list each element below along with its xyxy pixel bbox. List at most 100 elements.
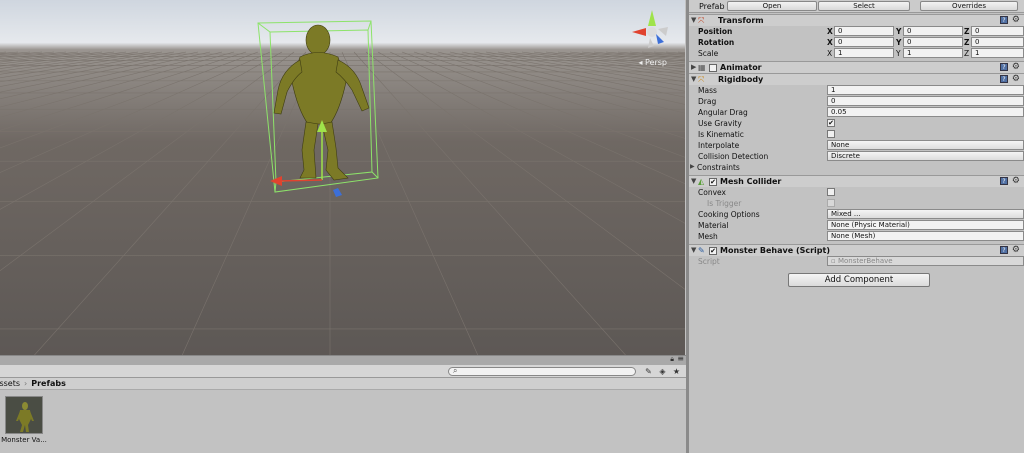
scale-z-field[interactable]: 1 bbox=[971, 48, 1024, 58]
help-icon[interactable]: ? bbox=[1000, 75, 1008, 83]
gear-icon[interactable]: ⚙ bbox=[1012, 176, 1020, 186]
grid-line bbox=[0, 51, 127, 69]
constraints-label[interactable]: Constraints bbox=[697, 163, 740, 172]
axis-z-label[interactable]: Z bbox=[964, 38, 969, 47]
help-icon[interactable]: ? bbox=[1000, 16, 1008, 24]
foldout-open-icon[interactable]: ▼ bbox=[691, 177, 696, 185]
axis-y-label[interactable]: Y bbox=[896, 38, 901, 47]
asset-grid: Monster Va... bbox=[0, 390, 686, 453]
axis-z-label[interactable]: Z bbox=[964, 27, 969, 36]
is-kinematic-checkbox[interactable] bbox=[827, 130, 835, 138]
grid-line bbox=[401, 51, 685, 158]
use-gravity-checkbox[interactable]: ✔ bbox=[827, 119, 835, 127]
overrides-dropdown[interactable]: Overrides bbox=[920, 1, 1018, 11]
script-header[interactable]: ▼ ✎ ✔ Monster Behave (Script) ? ⚙ bbox=[689, 244, 1024, 256]
rotation-label[interactable]: Rotation bbox=[698, 38, 734, 47]
axis-x-label[interactable]: X bbox=[827, 38, 833, 47]
foldout-closed-icon[interactable]: ▶ bbox=[690, 163, 695, 170]
position-x-field[interactable]: 0 bbox=[834, 26, 894, 36]
gear-icon[interactable]: ⚙ bbox=[1012, 15, 1020, 25]
script-enabled-checkbox[interactable]: ✔ bbox=[709, 247, 717, 255]
grid-line bbox=[425, 51, 685, 125]
position-z-field[interactable]: 0 bbox=[971, 26, 1024, 36]
help-icon[interactable]: ? bbox=[1000, 246, 1008, 254]
convex-checkbox[interactable] bbox=[827, 188, 835, 196]
favorites-star-icon[interactable]: ★ bbox=[671, 366, 682, 377]
filter-by-type-icon[interactable]: ✎ bbox=[643, 366, 654, 377]
add-component-button[interactable]: Add Component bbox=[788, 273, 930, 287]
breadcrumb-separator: › bbox=[24, 379, 28, 388]
lock-icon[interactable]: 🔒︎ bbox=[670, 355, 674, 364]
rotation-y-field[interactable]: 0 bbox=[903, 37, 963, 47]
monster-prefab-thumbnail[interactable] bbox=[5, 396, 43, 434]
grid-line bbox=[0, 51, 211, 100]
collision-detection-dropdown[interactable]: Discrete bbox=[827, 151, 1024, 161]
mesh-collider-enabled-checkbox[interactable]: ✔ bbox=[709, 178, 717, 186]
cooking-options-row: Cooking Options Mixed ... bbox=[689, 209, 1024, 220]
gear-icon[interactable]: ⚙ bbox=[1012, 74, 1020, 84]
grid-line bbox=[0, 51, 19, 54]
convex-label: Convex bbox=[698, 188, 726, 197]
grid-line bbox=[0, 51, 223, 108]
rigidbody-title: Rigidbody bbox=[718, 75, 764, 84]
drag-label[interactable]: Drag bbox=[698, 97, 716, 106]
grid-line bbox=[0, 51, 115, 67]
axis-y-label[interactable]: Y bbox=[896, 49, 901, 58]
menu-icon[interactable]: ≡ bbox=[677, 354, 684, 363]
rotation-z-field[interactable]: 0 bbox=[971, 37, 1024, 47]
interpolate-dropdown[interactable]: None bbox=[827, 140, 1024, 150]
animator-enabled-checkbox[interactable] bbox=[709, 64, 717, 72]
angular-drag-row: Angular Drag 0.05 bbox=[689, 107, 1024, 118]
mesh-object-field[interactable]: None (Mesh) bbox=[827, 231, 1024, 241]
foldout-open-icon[interactable]: ▼ bbox=[691, 246, 696, 254]
scale-label[interactable]: Scale bbox=[698, 49, 718, 58]
search-input[interactable]: ⌕ bbox=[448, 366, 636, 376]
mass-field[interactable]: 1 bbox=[827, 85, 1024, 95]
select-button[interactable]: Select bbox=[818, 1, 910, 11]
scale-y-field[interactable]: 1 bbox=[903, 48, 963, 58]
filter-by-label-icon[interactable]: ◈ bbox=[657, 366, 668, 377]
gear-icon[interactable]: ⚙ bbox=[1012, 245, 1020, 255]
scene-canvas[interactable] bbox=[0, 0, 685, 355]
panel-separator[interactable]: 🔒︎ ≡ bbox=[0, 354, 686, 365]
axis-y-label[interactable]: Y bbox=[896, 27, 901, 36]
animator-header[interactable]: ▶ ▦ Animator ? ⚙ bbox=[689, 61, 1024, 73]
constraints-row[interactable]: ▶ Constraints bbox=[689, 162, 1024, 173]
scale-x-field[interactable]: 1 bbox=[834, 48, 894, 58]
position-y-field[interactable]: 0 bbox=[903, 26, 963, 36]
script-label: Script bbox=[698, 257, 720, 266]
asset-label[interactable]: Monster Va... bbox=[0, 436, 48, 444]
rigidbody-header[interactable]: ▼ ⤧ Rigidbody ? ⚙ bbox=[689, 73, 1024, 85]
script-file-icon: ▫ bbox=[831, 257, 838, 265]
rotation-x-field[interactable]: 0 bbox=[834, 37, 894, 47]
axis-x-label[interactable]: X bbox=[827, 27, 833, 36]
grid-line bbox=[497, 51, 685, 83]
transform-header[interactable]: ▼ ⤧ Transform ? ⚙ bbox=[689, 14, 1024, 26]
open-button[interactable]: Open bbox=[727, 1, 817, 11]
help-icon[interactable]: ? bbox=[1000, 177, 1008, 185]
grid-line bbox=[665, 51, 685, 54]
mass-label[interactable]: Mass bbox=[698, 86, 717, 95]
material-object-field[interactable]: None (Physic Material) bbox=[827, 220, 1024, 230]
orientation-gizmo[interactable] bbox=[632, 10, 668, 48]
projection-label[interactable]: ◂ Persp bbox=[638, 58, 667, 67]
transform-icon: ⤧ bbox=[698, 16, 705, 25]
help-icon[interactable]: ? bbox=[1000, 63, 1008, 71]
breadcrumb-prefabs[interactable]: Prefabs bbox=[31, 379, 66, 388]
axis-x-label[interactable]: X bbox=[827, 49, 832, 58]
mesh-collider-header[interactable]: ▼ ◭ ✔ Mesh Collider ? ⚙ bbox=[689, 175, 1024, 187]
position-label[interactable]: Position bbox=[698, 27, 732, 36]
foldout-open-icon[interactable]: ▼ bbox=[691, 16, 696, 24]
axis-z-label[interactable]: Z bbox=[964, 49, 969, 58]
foldout-closed-icon[interactable]: ▶ bbox=[691, 63, 696, 71]
breadcrumb-assets[interactable]: Assets bbox=[0, 379, 20, 388]
scene-view[interactable]: ◂ Persp bbox=[0, 0, 685, 355]
cooking-options-dropdown[interactable]: Mixed ... bbox=[827, 209, 1024, 219]
angular-drag-label[interactable]: Angular Drag bbox=[698, 108, 748, 117]
foldout-open-icon[interactable]: ▼ bbox=[691, 75, 696, 83]
gear-icon[interactable]: ⚙ bbox=[1012, 62, 1020, 72]
grid-line bbox=[377, 51, 685, 224]
angular-drag-field[interactable]: 0.05 bbox=[827, 107, 1024, 117]
grid-line bbox=[389, 51, 685, 185]
drag-field[interactable]: 0 bbox=[827, 96, 1024, 106]
